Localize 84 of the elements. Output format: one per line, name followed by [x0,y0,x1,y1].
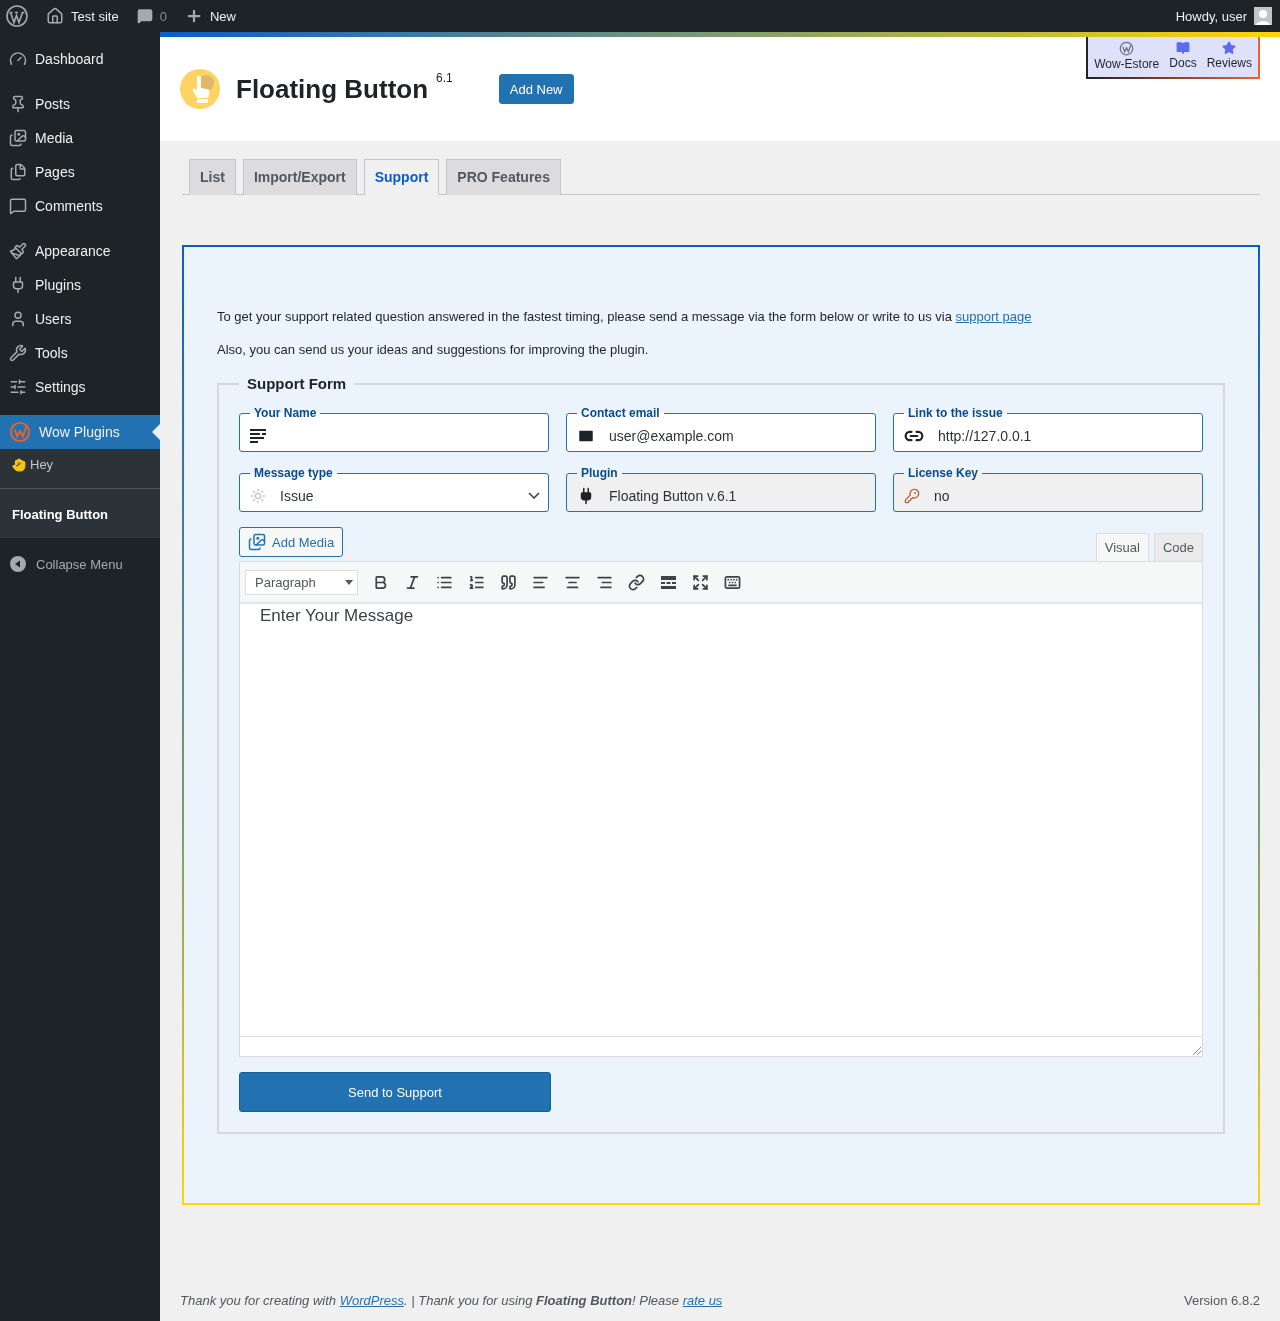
comments-link[interactable]: 0 [136,8,167,24]
menu-item[interactable]: Pages [0,155,160,189]
user-icon [9,310,27,328]
media-icon [248,533,266,551]
text-lines-icon [250,428,266,443]
chevron-down-icon [528,492,540,499]
quick-link[interactable]: Wow-Estore [1094,41,1160,71]
menu-item[interactable]: Posts [0,87,160,121]
message-text: Enter Your Message [259,605,415,627]
menu-item[interactable]: Media [0,121,160,155]
home-icon [46,7,64,25]
select-field[interactable]: Message type Issue [239,466,549,512]
menu-item[interactable]: Appearance [0,234,160,268]
send-button[interactable]: Send to Support [239,1072,551,1112]
brush-icon [9,242,27,260]
collapse-icon [10,556,26,572]
input-field[interactable]: Link to the issue http://127.0.0.1 [893,406,1203,452]
keyboard-icon [723,573,741,591]
account-link[interactable]: Howdy, user [1175,7,1272,25]
collapse-menu-button[interactable]: Collapse Menu [0,549,160,579]
pages-icon [9,163,27,181]
star-icon [1222,41,1237,55]
field-label: Contact email [580,406,661,420]
footer-link[interactable]: rate us [682,1293,723,1308]
key-icon [904,487,920,504]
menu-item[interactable]: Wow Plugins [0,415,160,449]
message-editor[interactable]: Paragraph Enter Your Message [239,561,1203,1057]
footer-link[interactable]: WordPress [339,1293,404,1308]
menu-item[interactable]: Tools [0,336,160,370]
read-more-icon [660,575,676,589]
pin-icon [9,95,27,113]
page-title: Floating Button [236,73,429,105]
wordpress-logo [6,5,28,27]
new-link[interactable]: New [184,7,236,25]
submenu-item[interactable]: Floating Button [0,488,160,532]
menu-item[interactable]: Settings [0,370,160,404]
resize-handle-icon [1190,1044,1202,1056]
quick-link[interactable]: Docs [1169,41,1197,71]
wow-logo-icon [9,421,31,443]
note-text: Also, you can send us your ideas and suggestions for improving the plugin. [217,342,650,357]
input-field[interactable]: Your Name [239,406,549,452]
media-icon [9,129,27,147]
wow-logo-icon [1119,41,1135,56]
site-link[interactable]: Test site [46,7,119,25]
editor-mode-tab[interactable]: Visual [1095,533,1149,562]
input-field[interactable]: Contact email user@example.com [566,406,876,452]
tab[interactable]: List [189,159,236,195]
quick-link[interactable]: Reviews [1206,41,1252,71]
field-label: Message type [253,466,334,480]
fullscreen-icon [691,573,709,591]
pointing-hand-logo [180,69,220,109]
comment-icon [136,8,153,24]
version-text: Version 6.8.2 [1184,1293,1260,1308]
form-title: Support Form [246,375,348,392]
field-label: License Key [907,466,980,480]
menu-item[interactable]: Plugins [0,268,160,302]
quote-icon [499,573,517,591]
field-label: Plugin [580,466,619,480]
field-label: Your Name [253,406,318,420]
comment-icon [9,197,27,215]
footer-credit-text: Thank you for creating with WordPress. | Thank you for using Floating Button! Please rate us [180,1293,723,1308]
format-dropdown[interactable]: Paragraph [245,569,358,595]
add-new-button[interactable]: Add New [498,74,574,104]
menu-item[interactable]: Dashboard [0,42,160,76]
dashboard-icon [9,50,27,68]
link-icon [627,573,645,591]
tab[interactable]: Import/Export [242,159,357,195]
add-media-button[interactable]: Add Media [239,527,344,557]
version-label: 6.1 [436,71,453,85]
support-link[interactable]: support page [955,309,1032,324]
waving-hand-icon [12,457,26,472]
sliders-icon [9,378,27,396]
menu-item[interactable]: Comments [0,189,160,223]
menu-item[interactable]: Users [0,302,160,336]
intro-text: To get your support related question answered in the fastest timing, please send a message via the form below or write to us via support page [217,309,1033,324]
tab[interactable]: Support [363,159,440,195]
field-label: Link to the issue [907,406,1004,420]
numbered-list-icon [467,573,485,591]
avatar-icon [1254,7,1272,25]
tab[interactable]: PRO Features [446,159,561,195]
caret-icon [345,579,353,585]
book-icon [1175,41,1190,55]
editor-mode-tab[interactable]: Code [1153,533,1203,562]
wrench-icon [9,344,27,362]
